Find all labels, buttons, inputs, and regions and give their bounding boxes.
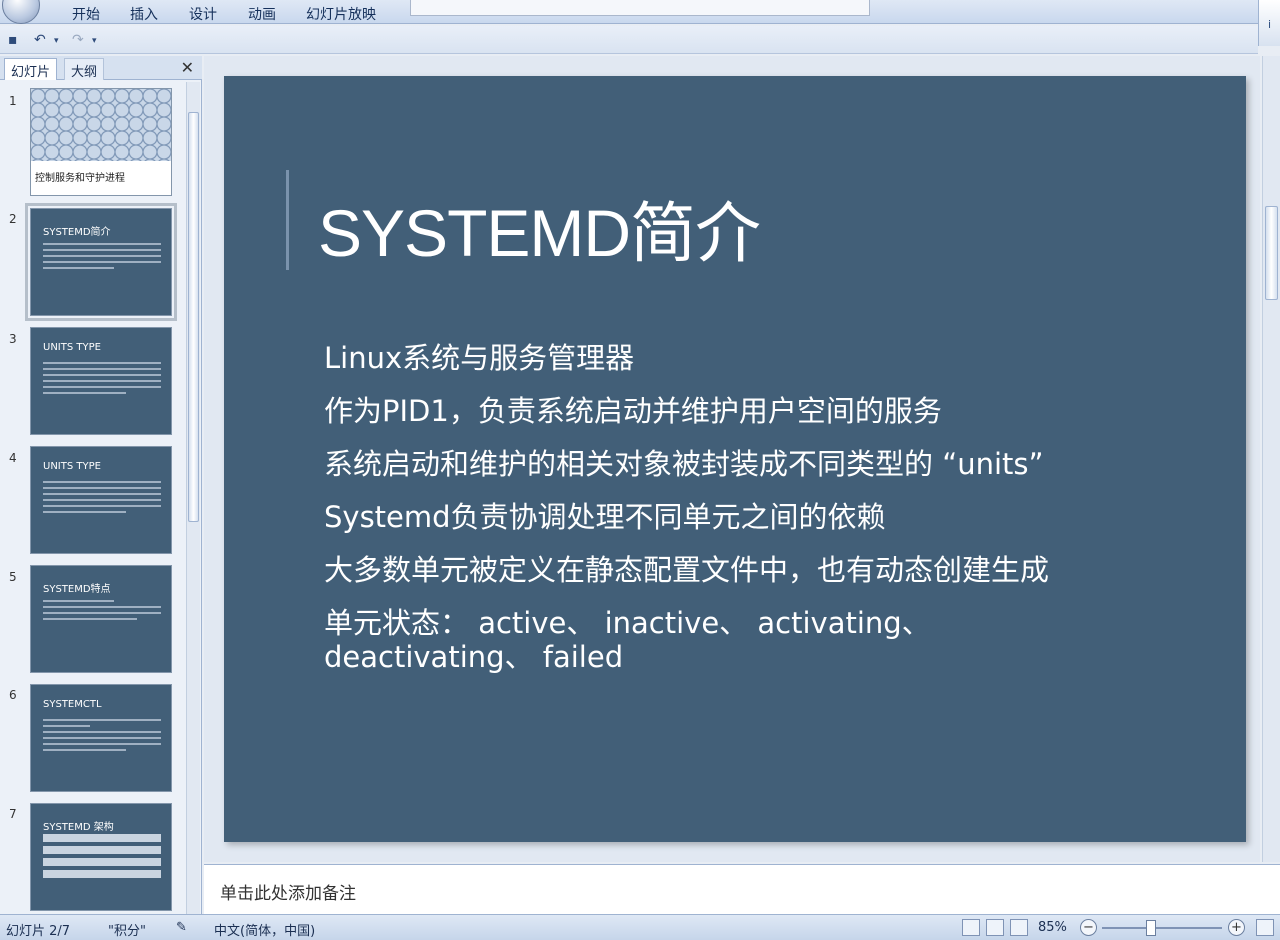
thumbnail-title: SYSTEMCTL	[43, 699, 102, 710]
bullet-item: 大多数单元被定义在静态配置文件中，也有动态创建生成	[324, 553, 1050, 587]
tab-slides[interactable]: 幻灯片	[4, 58, 58, 80]
tab-outline[interactable]: 大纲	[64, 58, 105, 80]
zoom-slider-track[interactable]	[1102, 927, 1222, 929]
zoom-in-icon[interactable]: +	[1228, 919, 1245, 936]
slide-title[interactable]: SYSTEMD简介	[318, 180, 761, 276]
slide-editing-area: SYSTEMD简介 Linux系统与服务管理器 作为PID1，负责系统启动并维护…	[204, 56, 1260, 862]
thumbnail-text-lines	[43, 362, 161, 398]
office-button[interactable]	[2, 0, 40, 24]
cover-pattern	[31, 89, 171, 161]
pane-tab-bar: 幻灯片 大纲 ✕	[0, 56, 202, 80]
language-indicator[interactable]: 中文(简体，中国)	[214, 920, 315, 939]
tab-home[interactable]: 开始	[72, 4, 100, 24]
undo-dropdown-icon[interactable]: ▾	[54, 36, 59, 46]
notes-placeholder: 单击此处添加备注	[220, 884, 356, 904]
overlay-popup	[410, 0, 870, 16]
thumbnail-number: 6	[9, 688, 17, 702]
slideshow-view-icon[interactable]	[1010, 919, 1028, 936]
title-accent-bar	[286, 170, 289, 270]
theme-name: "积分"	[108, 924, 146, 939]
thumbnail-number: 4	[9, 451, 17, 465]
notes-pane[interactable]: 单击此处添加备注	[204, 864, 1280, 914]
spellcheck-icon[interactable]: ✎	[176, 920, 187, 935]
slide-thumbnail-7[interactable]: SYSTEMD 架构	[30, 803, 172, 911]
thumbnail-text-lines	[43, 600, 161, 624]
thumbnail-diagram	[43, 834, 161, 882]
bullet-item: Linux系统与服务管理器	[324, 341, 635, 375]
thumbnail-number: 5	[9, 570, 17, 584]
scrollbar-thumb[interactable]	[1265, 206, 1278, 300]
bullet-item: Systemd负责协调处理不同单元之间的依赖	[324, 500, 886, 534]
save-icon[interactable]: ▪	[8, 32, 18, 48]
thumbnail-scrollbar[interactable]	[186, 82, 200, 914]
slide-thumbnail-4[interactable]: UNITS TYPE	[30, 446, 172, 554]
slide-counter: 幻灯片 2/7	[6, 924, 71, 939]
slide-sorter-icon[interactable]	[986, 919, 1004, 936]
status-bar: 幻灯片 2/7 "积分" ✎ 中文(简体，中国) 85% − +	[0, 914, 1280, 940]
thumbnail-number: 3	[9, 332, 17, 346]
thumbnail-title: SYSTEMD简介	[43, 227, 111, 238]
slides-pane: 幻灯片 大纲 ✕ 1 控制服务和守护进程 2 SYSTEMD简介 3 UNITS…	[0, 56, 202, 914]
zoom-level[interactable]: 85%	[1038, 920, 1067, 935]
slide-thumbnail-2[interactable]: SYSTEMD简介	[25, 203, 177, 321]
bullet-item: 系统启动和维护的相关对象被封装成不同类型的 “units”	[324, 447, 1044, 481]
customize-qat-icon[interactable]: ▾	[92, 36, 97, 46]
thumbnail-text-lines	[43, 719, 161, 755]
redo-icon[interactable]: ↷	[72, 32, 84, 48]
zoom-slider-knob[interactable]	[1146, 920, 1156, 936]
tab-slideshow[interactable]: 幻灯片放映	[306, 4, 376, 24]
slide-thumbnail-6[interactable]: SYSTEMCTL	[30, 684, 172, 792]
tab-design[interactable]: 设计	[189, 4, 217, 24]
thumbnail-title: SYSTEMD 架构	[43, 822, 114, 833]
close-icon[interactable]: ✕	[181, 58, 194, 77]
fit-to-window-icon[interactable]	[1256, 919, 1274, 936]
slide-thumbnail-3[interactable]: UNITS TYPE	[30, 327, 172, 435]
thumbnail-number: 7	[9, 807, 17, 821]
bullet-item: 作为PID1，负责系统启动并维护用户空间的服务	[324, 394, 942, 428]
scrollbar-thumb[interactable]	[188, 112, 199, 522]
slide-scrollbar[interactable]	[1262, 56, 1280, 862]
normal-view-icon[interactable]	[962, 919, 980, 936]
thumbnail-number: 2	[9, 212, 17, 226]
current-slide[interactable]: SYSTEMD简介 Linux系统与服务管理器 作为PID1，负责系统启动并维护…	[224, 76, 1246, 842]
slide-body[interactable]: Linux系统与服务管理器 作为PID1，负责系统启动并维护用户空间的服务 系统…	[324, 332, 1224, 674]
tab-insert[interactable]: 插入	[130, 4, 158, 24]
thumbnail-title: UNITS TYPE	[43, 461, 101, 472]
thumbnail-number: 1	[9, 94, 17, 108]
quick-access-toolbar: ▪ ↶ ▾ ↷ ▾	[0, 26, 1258, 54]
slide-thumbnail-5[interactable]: SYSTEMD特点	[30, 565, 172, 673]
ribbon-tab-bar: 开始 插入 设计 动画 幻灯片放映	[0, 0, 1280, 24]
thumbnail-title: SYSTEMD特点	[43, 584, 111, 595]
undo-icon[interactable]: ↶	[34, 32, 46, 48]
thumbnail-text-lines	[43, 243, 161, 273]
thumbnail-text-lines	[43, 481, 161, 517]
thumbnail-title: 控制服务和守护进程	[35, 173, 125, 184]
bullet-item: 单元状态： active、 inactive、 activating、 deac…	[324, 606, 931, 674]
slide-thumbnail-1[interactable]: 控制服务和守护进程	[30, 88, 172, 196]
thumbnail-title: UNITS TYPE	[43, 342, 101, 353]
tab-animation[interactable]: 动画	[248, 4, 276, 24]
help-icon[interactable]: i	[1258, 0, 1280, 46]
zoom-out-icon[interactable]: −	[1080, 919, 1097, 936]
